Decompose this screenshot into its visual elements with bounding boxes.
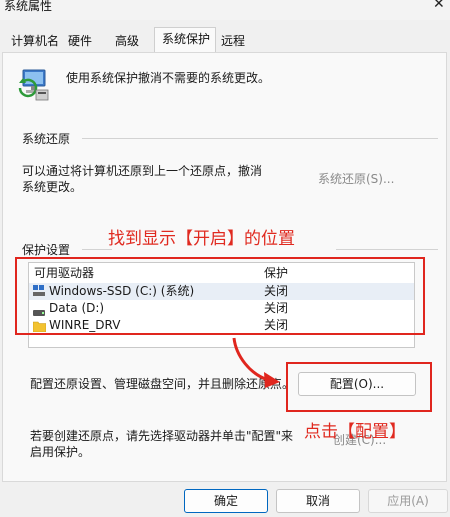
restore-desc-line2: 系统更改。 — [22, 180, 83, 194]
annotation-arrow — [228, 336, 284, 388]
cancel-button[interactable]: 取消 — [276, 489, 360, 513]
annotation-configure-box — [286, 362, 432, 412]
restore-divider — [82, 138, 438, 139]
tab-system-protection[interactable]: 系统保护 — [162, 28, 210, 50]
tab-advanced[interactable]: 高级 — [115, 30, 139, 52]
intro-text: 使用系统保护撤消不需要的系统更改。 — [66, 71, 271, 85]
window-title: 系统属性 — [4, 0, 53, 13]
tab-hardware[interactable]: 硬件 — [68, 30, 92, 52]
create-description-line2: 启用保护。 — [30, 445, 91, 459]
protection-heading: 保护设置 — [22, 243, 71, 257]
restore-desc-line1: 可以通过将计算机还原到上一个还原点，撤消 — [22, 164, 263, 178]
tab-remote[interactable]: 远程 — [221, 30, 245, 52]
annotation-click-label: 点击【配置】 — [304, 422, 406, 442]
ok-button[interactable]: 确定 — [184, 489, 268, 513]
protection-divider-right — [336, 249, 438, 250]
annotation-find-label: 找到显示【开启】的位置 — [108, 229, 295, 249]
protection-divider — [82, 249, 112, 250]
apply-button[interactable]: 应用(A) — [368, 489, 448, 513]
annotation-drive-box — [15, 257, 425, 335]
create-description-line1: 若要创建还原点，请先选择驱动器并单击"配置"来 — [30, 429, 294, 443]
system-protection-icon — [14, 64, 54, 104]
system-restore-button[interactable]: 系统还原(S)... — [318, 170, 394, 187]
restore-heading: 系统还原 — [22, 132, 71, 146]
title-bar: 系统属性 ✕ — [0, 0, 450, 20]
close-icon[interactable]: ✕ — [433, 0, 445, 12]
tab-computer-name[interactable]: 计算机名 — [11, 30, 59, 52]
